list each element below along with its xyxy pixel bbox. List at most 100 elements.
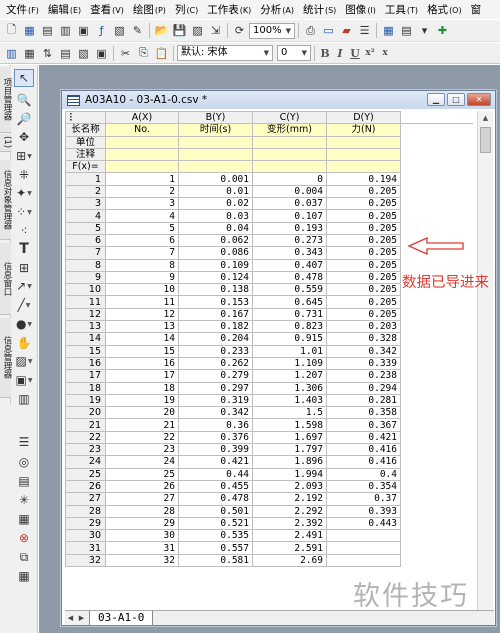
row-header[interactable]: 28	[65, 504, 106, 518]
screen-reader-icon[interactable]: ✦ ▼	[14, 184, 34, 202]
data-cell[interactable]: 0.02	[178, 197, 253, 211]
zoom-in-icon[interactable]: 🔍	[14, 91, 34, 109]
data-cell[interactable]: 0.193	[252, 221, 327, 235]
data-cell[interactable]: 2.392	[252, 516, 327, 531]
row-header[interactable]: 29	[65, 516, 106, 531]
data-cell[interactable]: 0.581	[178, 553, 253, 567]
row-header[interactable]: 32	[65, 553, 106, 567]
data-cell[interactable]: 21	[105, 418, 179, 432]
data-cell[interactable]: 0.421	[326, 430, 401, 445]
new-notes-icon[interactable]: ✎	[129, 22, 146, 39]
data-cell[interactable]: 0.204	[178, 332, 253, 346]
data-cell[interactable]: 0.194	[326, 172, 401, 186]
data-cell[interactable]: 19	[105, 393, 179, 408]
form-icon[interactable]: ▦	[14, 510, 34, 528]
data-cell[interactable]: 28	[105, 504, 179, 518]
underline-button[interactable]: U	[348, 47, 362, 60]
row-header[interactable]: 25	[65, 467, 106, 481]
export-icon[interactable]: ▰	[338, 22, 355, 39]
data-selector-icon[interactable]: ⁘ ▼	[14, 203, 34, 221]
row-header[interactable]: 14	[65, 332, 106, 346]
data-cell[interactable]: 0.238	[326, 369, 401, 383]
data-cell[interactable]: 1.306	[252, 381, 327, 395]
font-select[interactable]: 默认: 宋体 ▼	[177, 45, 273, 61]
meta-cell[interactable]	[252, 160, 327, 174]
new-graph-icon[interactable]: ▤	[39, 22, 56, 39]
save-icon[interactable]: 💾	[171, 22, 188, 39]
data-cell[interactable]: 18	[105, 381, 179, 395]
data-cell[interactable]: 0.367	[326, 418, 401, 432]
data-cell[interactable]: 5	[105, 221, 179, 235]
insert-image-icon[interactable]: ▥	[14, 390, 34, 408]
data-cell[interactable]: 0.205	[326, 209, 401, 223]
data-cell[interactable]: 0.319	[178, 393, 253, 408]
menu-item[interactable]: 工具 (T)	[385, 2, 418, 17]
data-cell[interactable]: 2.093	[252, 479, 327, 494]
data-cell[interactable]: 17	[105, 369, 179, 383]
data-cell[interactable]: 0.279	[178, 369, 253, 383]
column-header[interactable]: C(Y)	[252, 111, 327, 125]
data-cell[interactable]: 0.645	[252, 295, 327, 309]
data-cell[interactable]: 13	[105, 320, 179, 334]
scroll-up-arrow[interactable]: ▲	[478, 111, 493, 125]
data-cell[interactable]: 0.273	[252, 233, 327, 248]
data-cell[interactable]: 0.205	[326, 233, 401, 248]
row-header[interactable]: 13	[65, 320, 106, 334]
data-cell[interactable]: 0.001	[178, 172, 253, 186]
meta-cell[interactable]	[326, 160, 401, 174]
data-cell[interactable]: 2.69	[252, 553, 327, 567]
data-cell[interactable]: 0.205	[326, 258, 401, 272]
data-cell[interactable]: 0.205	[326, 246, 401, 260]
data-cell[interactable]: 1.5	[252, 406, 327, 420]
data-cell[interactable]: 0.354	[326, 479, 401, 494]
data-cell[interactable]: 12	[105, 307, 179, 322]
data-cell[interactable]: 0	[252, 172, 327, 186]
print-icon[interactable]: ⎙	[302, 22, 319, 39]
data-cell[interactable]: 0.393	[326, 504, 401, 518]
data-cell[interactable]: 10	[105, 283, 179, 297]
meta-cell[interactable]	[252, 135, 327, 149]
filter-icon[interactable]: ▧	[75, 45, 92, 62]
meta-cell[interactable]: 力(N)	[326, 123, 401, 137]
data-cell[interactable]: 1.109	[252, 356, 327, 371]
meta-cell[interactable]	[178, 160, 253, 174]
font-size-select[interactable]: 0 ▼	[277, 45, 311, 61]
row-header[interactable]: 20	[65, 406, 106, 420]
data-cell[interactable]: 23	[105, 443, 179, 457]
menu-item[interactable]: 绘图 (P)	[133, 2, 166, 17]
data-cell[interactable]: 4	[105, 209, 179, 223]
new-excel-icon[interactable]: ▧	[111, 22, 128, 39]
data-cell[interactable]: 0.107	[252, 209, 327, 223]
hand-tool-icon[interactable]: ✋	[14, 334, 34, 352]
data-cell[interactable]: 0.559	[252, 283, 327, 297]
row-header[interactable]: 6	[65, 233, 106, 248]
open-icon[interactable]: 📂	[153, 22, 170, 39]
data-cell[interactable]: 7	[105, 246, 179, 260]
data-cell[interactable]: 27	[105, 492, 179, 506]
bold-button[interactable]: B	[318, 47, 332, 60]
data-cell[interactable]: 0.339	[326, 356, 401, 371]
data-cell[interactable]: 0.124	[178, 270, 253, 285]
insert-icon[interactable]: ✳	[14, 491, 34, 509]
data-cell[interactable]: 0.109	[178, 258, 253, 272]
data-cell[interactable]: 0.478	[252, 270, 327, 285]
row-header[interactable]: 10	[65, 283, 106, 297]
data-cell[interactable]: 0.399	[178, 443, 253, 457]
sort-icon[interactable]: ⇅	[39, 45, 56, 62]
import-icon[interactable]: ⇲	[207, 22, 224, 39]
row-header[interactable]: 23	[65, 443, 106, 457]
data-cell[interactable]	[326, 541, 401, 555]
data-cell[interactable]: 9	[105, 270, 179, 285]
more-tools-icon[interactable]: ▾	[416, 22, 433, 39]
data-cell[interactable]: 14	[105, 332, 179, 346]
insert-graph-icon[interactable]: ▣ ▼	[14, 371, 34, 389]
meta-cell[interactable]	[105, 147, 179, 162]
meta-cell[interactable]	[252, 147, 327, 162]
row-header[interactable]: 30	[65, 529, 106, 543]
data-cell[interactable]: 0.233	[178, 344, 253, 358]
ellipse-tool-icon[interactable]: ● ▼	[14, 315, 34, 333]
row-header[interactable]: 27	[65, 492, 106, 506]
row-header[interactable]: 3	[65, 197, 106, 211]
data-cell[interactable]: 0.281	[326, 393, 401, 408]
menu-item[interactable]: 工作表 (K)	[207, 2, 251, 17]
